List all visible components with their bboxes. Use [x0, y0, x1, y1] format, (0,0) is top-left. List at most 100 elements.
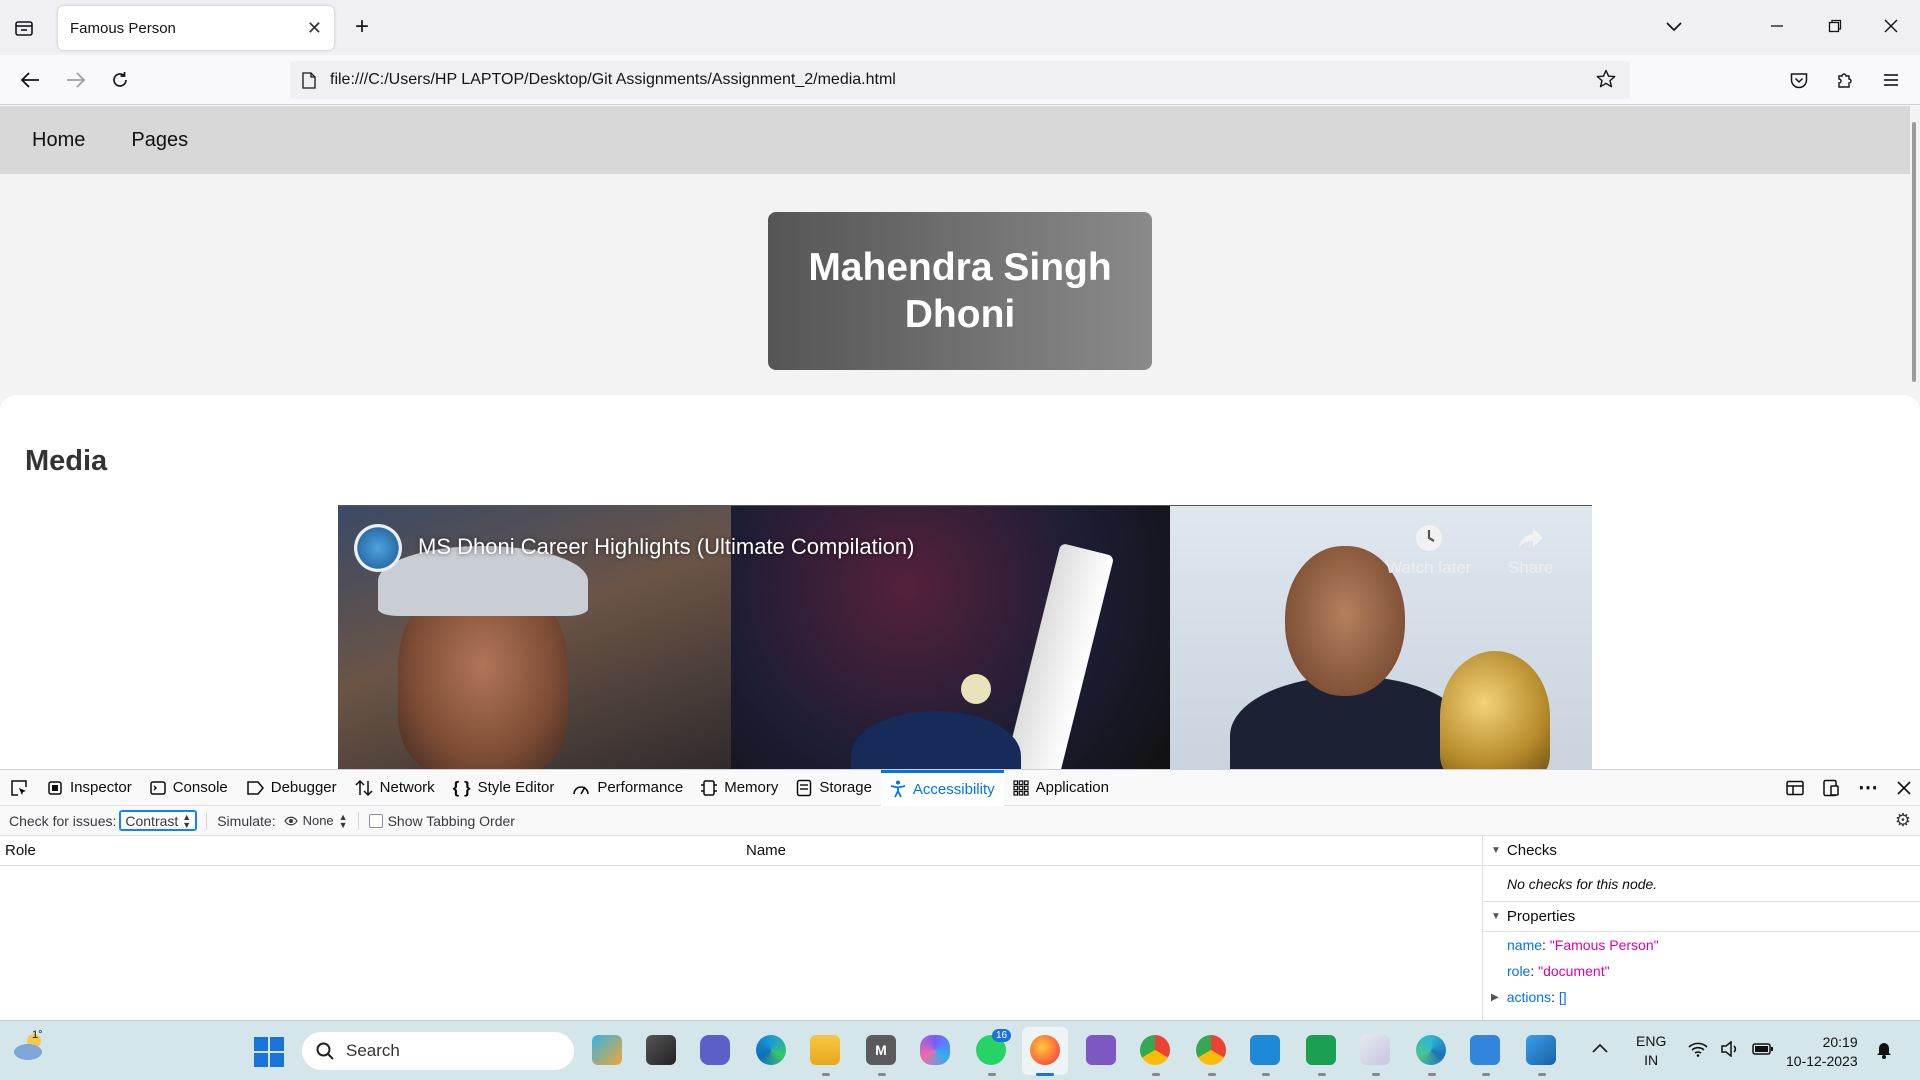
simulate-select[interactable]: None ▲ ▼: [283, 812, 348, 829]
share-button[interactable]: Share: [1508, 524, 1553, 578]
accessibility-icon: [890, 780, 906, 798]
tab-inspector[interactable]: Inspector: [38, 770, 141, 806]
close-devtools-button[interactable]: [1888, 770, 1920, 806]
minimize-button[interactable]: [1762, 10, 1792, 42]
copilot-icon[interactable]: [920, 1035, 950, 1065]
dock-sidebar-button[interactable]: [1777, 770, 1813, 806]
tab-label: Memory: [724, 779, 779, 796]
tab-style-editor[interactable]: { } Style Editor: [444, 770, 564, 806]
more-options-button[interactable]: ⋯: [1849, 770, 1888, 806]
close-tab-icon[interactable]: ✕: [307, 18, 322, 39]
list-all-tabs-button[interactable]: [1660, 12, 1688, 42]
weather-widget[interactable]: 1°: [12, 1029, 52, 1069]
element-picker-button[interactable]: [0, 770, 38, 806]
teams-chat-icon[interactable]: [700, 1035, 730, 1065]
tab-bar: Famous Person ✕ +: [0, 0, 1920, 55]
settings-gear-icon[interactable]: ⚙: [1895, 810, 1911, 831]
tab-label: Debugger: [270, 779, 337, 796]
properties-section-header[interactable]: ▼ Properties: [1483, 902, 1920, 932]
ellipsis-icon: ⋯: [1858, 777, 1879, 799]
running-indicator: [988, 1073, 996, 1076]
tab-memory[interactable]: Memory: [692, 770, 787, 806]
firefox-icon[interactable]: [1030, 1035, 1060, 1065]
file-explorer-icon[interactable]: [810, 1035, 840, 1065]
tab-storage[interactable]: Storage: [787, 770, 881, 806]
tab-debugger[interactable]: Debugger: [237, 770, 346, 806]
m-app-icon[interactable]: M: [866, 1035, 896, 1065]
tab-label: Storage: [819, 779, 872, 796]
notepad-icon[interactable]: [1470, 1035, 1500, 1065]
visual-studio-icon[interactable]: [1086, 1035, 1116, 1065]
forward-button[interactable]: [60, 65, 92, 95]
chrome-profile-icon[interactable]: [1196, 1035, 1226, 1065]
property-value: "Famous Person": [1549, 937, 1659, 953]
show-hidden-icons-button[interactable]: [1592, 1043, 1608, 1053]
reload-button[interactable]: [104, 65, 136, 95]
nav-link-pages[interactable]: Pages: [131, 129, 188, 152]
chrome-icon[interactable]: [1140, 1035, 1170, 1065]
running-indicator: [1036, 1073, 1054, 1076]
site-navigation: Home Pages: [0, 106, 1910, 174]
running-indicator: [1372, 1073, 1380, 1076]
checks-section-header[interactable]: ▼ Checks: [1483, 836, 1920, 866]
property-row[interactable]: role: "document": [1483, 958, 1920, 984]
tab-application[interactable]: Application: [1004, 770, 1118, 806]
copilot-app-icon[interactable]: [592, 1035, 622, 1065]
taskbar-search[interactable]: Search: [302, 1032, 574, 1070]
tab-label: Application: [1035, 779, 1109, 796]
tab-list-button[interactable]: [10, 14, 38, 42]
memory-icon: [701, 779, 718, 796]
clock-time: 20:19: [1822, 1034, 1858, 1050]
tabbing-order-checkbox[interactable]: [368, 813, 383, 828]
check-issues-select[interactable]: Contrast ▲ ▼: [119, 810, 198, 831]
pocket-button[interactable]: [1784, 65, 1814, 95]
windows-taskbar: 1° Search M 16 ENG IN 20:19 10-12-2023: [0, 1020, 1920, 1080]
edge-browser-icon[interactable]: [756, 1035, 786, 1065]
devtools-panel: Inspector Console Debugger Network { } S…: [0, 769, 1920, 1021]
back-button[interactable]: [14, 65, 46, 95]
tab-accessibility[interactable]: Accessibility: [880, 769, 1004, 806]
task-view-icon[interactable]: [646, 1035, 676, 1065]
nav-link-home[interactable]: Home: [32, 129, 85, 152]
running-indicator: [822, 1073, 830, 1076]
tab-performance[interactable]: Performance: [563, 770, 692, 806]
property-row[interactable]: name: "Famous Person": [1483, 932, 1920, 958]
watch-later-button[interactable]: Watch later: [1386, 524, 1471, 578]
channel-avatar[interactable]: [354, 524, 402, 572]
system-tray[interactable]: [1688, 1041, 1774, 1057]
language-indicator[interactable]: ENG IN: [1636, 1032, 1666, 1070]
running-indicator: [1482, 1073, 1490, 1076]
windows-logo-icon: [254, 1037, 284, 1067]
running-indicator: [1538, 1073, 1546, 1076]
vscode-icon[interactable]: [1250, 1035, 1280, 1065]
responsive-mode-button[interactable]: [1813, 770, 1849, 806]
edge-dev-icon[interactable]: [1416, 1035, 1446, 1065]
app-menu-button[interactable]: [1876, 65, 1906, 95]
clock[interactable]: 20:19 10-12-2023: [1786, 1033, 1858, 1071]
whatsapp-badge: 16: [992, 1029, 1012, 1042]
close-icon: [1897, 780, 1911, 795]
close-window-button[interactable]: [1876, 10, 1906, 42]
start-button[interactable]: [254, 1037, 284, 1067]
tab-console[interactable]: Console: [141, 770, 237, 806]
new-tab-button[interactable]: +: [348, 12, 376, 42]
video-title[interactable]: MS Dhoni Career Highlights (Ultimate Com…: [418, 534, 914, 560]
clock-date: 10-12-2023: [1786, 1053, 1858, 1069]
paint-app-icon[interactable]: [1526, 1035, 1556, 1065]
page-scrollbar[interactable]: [1912, 122, 1916, 382]
money-app-icon[interactable]: [1306, 1035, 1336, 1065]
check-issues-label: Check for issues:: [9, 812, 117, 829]
performance-icon: [573, 785, 590, 794]
notifications-button[interactable]: [1876, 1041, 1892, 1059]
address-bar[interactable]: file:///C:/Users/HP LAPTOP/Desktop/Git A…: [290, 61, 1630, 99]
bookmark-star-icon[interactable]: [1596, 69, 1616, 89]
property-row[interactable]: ▶ actions: []: [1483, 984, 1920, 1010]
minimize-icon: [1771, 25, 1783, 27]
video-embed[interactable]: MS Dhoni Career Highlights (Ultimate Com…: [338, 505, 1592, 769]
hamburger-icon: [1884, 74, 1898, 86]
snipping-tool-icon[interactable]: [1360, 1035, 1390, 1065]
tab-network[interactable]: Network: [346, 770, 444, 806]
restore-button[interactable]: [1820, 10, 1850, 42]
extensions-button[interactable]: [1830, 65, 1860, 95]
browser-tab[interactable]: Famous Person ✕: [58, 6, 334, 50]
